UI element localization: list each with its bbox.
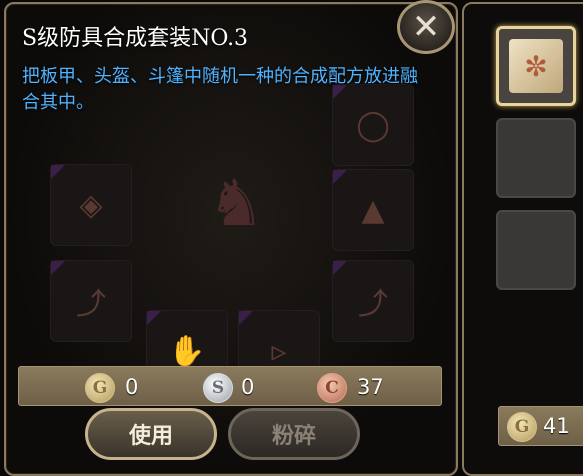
copper-coin-icon: C (317, 373, 347, 403)
side-gold-bar: G 41 (498, 406, 583, 446)
crush-button[interactable]: 粉碎 (228, 408, 360, 460)
armor-icon: ◈ (79, 187, 103, 223)
character-preview-icon: ♞ (207, 167, 265, 241)
copper-amount: 37 (357, 375, 384, 399)
inventory-slot-3[interactable] (496, 210, 576, 290)
equipment-slot-cloak: ▲ (332, 169, 414, 251)
silver-coin-icon: S (203, 373, 233, 403)
cloak-icon: ▲ (361, 192, 385, 228)
item-info-panel: ◈ ⤴ ◯ ▲ ⤴ ✋ ▹ ♞ S级防具合成套装NO.3 把板甲、头盔、斗篷中随… (4, 2, 458, 476)
equipment-slot-armor: ◈ (50, 164, 132, 246)
recipe-scroll-icon: ✼ (509, 39, 563, 93)
use-button[interactable]: 使用 (85, 408, 217, 460)
gold-coin-icon: G (85, 373, 115, 403)
close-icon: ✕ (411, 7, 441, 47)
item-title: S级防具合成套装NO.3 (22, 26, 249, 51)
close-button[interactable]: ✕ (397, 0, 455, 54)
item-description: 把板甲、头盔、斗篷中随机一种的合成配方放进融合其中。 (22, 66, 418, 113)
silver-amount: 0 (241, 375, 255, 399)
gold-amount: 0 (125, 375, 139, 399)
side-gold-coin-icon: G (507, 412, 537, 442)
inventory-slot-1[interactable]: ✼ (496, 26, 576, 106)
inventory-slot-2[interactable] (496, 118, 576, 198)
equipment-slot-weapon: ⤴ (50, 260, 132, 342)
side-gold-amount: 41 (543, 414, 570, 438)
offhand-weapon-icon: ⤴ (358, 287, 388, 322)
equipment-slot-offhand: ⤴ (332, 260, 414, 342)
weapon-icon: ⤴ (76, 287, 106, 322)
currency-bar: G 0 S 0 C 37 (18, 366, 442, 406)
